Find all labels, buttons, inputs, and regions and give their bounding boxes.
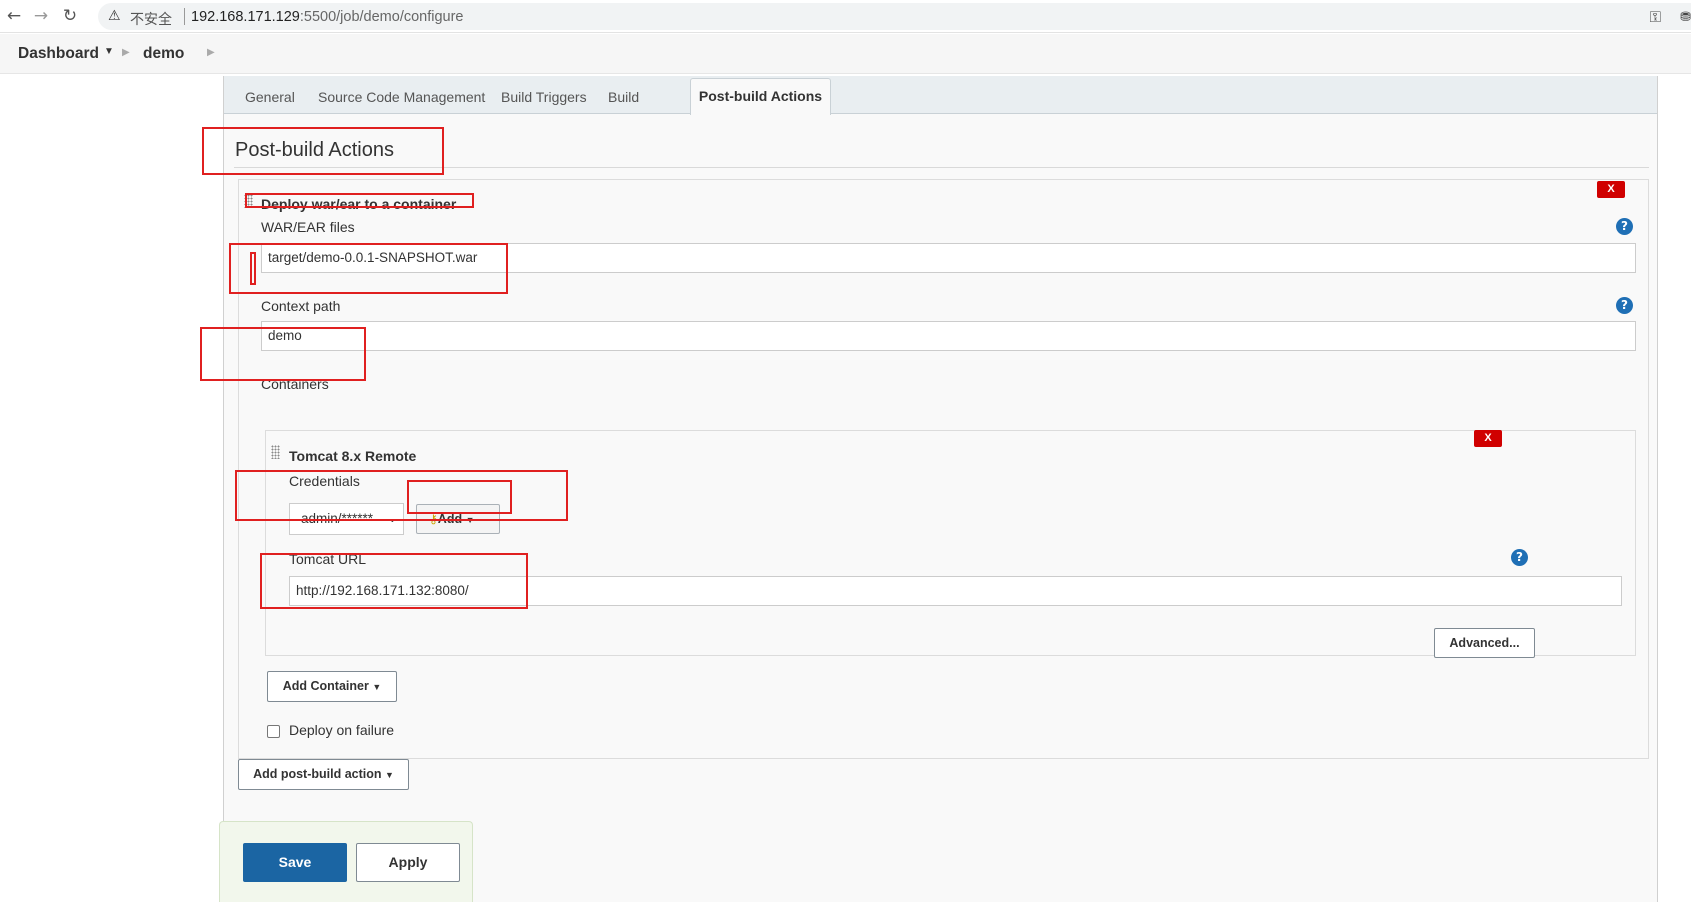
url-bar[interactable]: ⚠ 不安全 192.168.171.129:5500/job/demo/conf… — [98, 3, 1691, 30]
annotation-box — [235, 470, 568, 521]
annotation-box — [260, 553, 528, 609]
breadcrumb-demo[interactable]: demo — [143, 45, 184, 63]
tomcat-title: Tomcat 8.x Remote — [289, 448, 417, 464]
url-text: 192.168.171.129:5500/job/demo/configure — [191, 9, 464, 25]
add-post-build-action-button[interactable]: Add post-build action ▼ — [238, 759, 409, 790]
context-path-input[interactable]: demo — [261, 321, 1636, 351]
tab-general[interactable]: General — [245, 89, 295, 105]
context-path-label: Context path — [261, 298, 341, 314]
deploy-on-failure-label: Deploy on failure — [289, 722, 395, 738]
reload-icon[interactable]: ↻ — [60, 6, 80, 26]
section-divider — [234, 167, 1649, 168]
breadcrumb: Dashboard ▼ ▶ demo ▶ — [0, 34, 1691, 74]
security-label: 不安全 — [130, 11, 172, 27]
browser-address-bar: ← → ↻ ⚠ 不安全 192.168.171.129:5500/job/dem… — [0, 0, 1691, 33]
add-post-build-action-label: Add post-build action — [253, 767, 382, 781]
deploy-on-failure-checkbox[interactable] — [267, 725, 280, 738]
chevron-right-icon: ▶ — [122, 47, 130, 58]
tab-build[interactable]: Build — [608, 89, 639, 105]
form-actions-bar: Save Apply — [219, 821, 473, 902]
annotation-box — [200, 327, 366, 381]
forward-arrow-icon[interactable]: → — [31, 6, 51, 26]
war-files-label: WAR/EAR files — [261, 219, 355, 235]
key-icon[interactable]: ⚿ — [1650, 8, 1661, 26]
drag-handle-icon[interactable] — [271, 445, 280, 459]
config-tab-bar: General Source Code Management Build Tri… — [224, 76, 1657, 115]
annotation-box — [250, 252, 256, 285]
save-button[interactable]: Save — [243, 843, 347, 882]
caret-down-icon: ▼ — [372, 682, 382, 692]
chevron-right-icon: ▶ — [207, 47, 215, 58]
delete-deploy-button[interactable]: X — [1597, 181, 1625, 198]
advanced-button[interactable]: Advanced... — [1434, 628, 1535, 658]
breadcrumb-dashboard[interactable]: Dashboard — [18, 45, 99, 63]
help-icon[interactable]: ? — [1616, 297, 1633, 314]
help-icon[interactable]: ? — [1616, 218, 1633, 235]
extension-icon[interactable]: ⛃ — [1680, 9, 1691, 25]
annotation-box — [202, 127, 444, 175]
tab-post-build-actions[interactable]: Post-build Actions — [690, 78, 831, 115]
annotation-box — [229, 243, 508, 294]
url-separator — [184, 8, 185, 25]
delete-container-button[interactable]: X — [1474, 430, 1502, 447]
tab-source-code-management[interactable]: Source Code Management — [318, 89, 485, 105]
annotation-box — [407, 480, 512, 514]
warning-icon: ⚠ — [108, 8, 121, 24]
url-path: :5500/job/demo/configure — [299, 9, 464, 25]
back-arrow-icon[interactable]: ← — [4, 6, 24, 26]
apply-button[interactable]: Apply — [356, 843, 460, 882]
help-icon[interactable]: ? — [1511, 549, 1528, 566]
annotation-box — [245, 193, 474, 208]
caret-down-icon: ▼ — [385, 770, 394, 780]
add-container-button[interactable]: Add Container ▼ — [267, 671, 397, 702]
add-container-label: Add Container — [282, 679, 369, 693]
tomcat-container-block: Tomcat 8.x Remote X Credentials admin/**… — [265, 430, 1636, 658]
url-host: 192.168.171.129 — [191, 9, 300, 25]
chevron-down-icon[interactable]: ▼ — [104, 46, 114, 57]
tab-build-triggers[interactable]: Build Triggers — [501, 89, 587, 105]
